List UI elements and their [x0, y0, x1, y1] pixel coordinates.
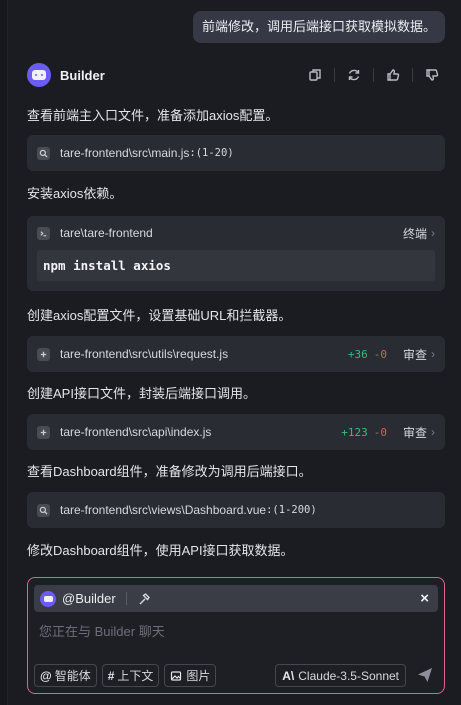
file-path: tare-frontend\src\views\Dashboard.vue: [60, 503, 267, 517]
plus-icon: [37, 347, 50, 361]
chip-label: 上下文: [117, 669, 154, 683]
lines-removed: -0: [373, 425, 387, 439]
step-text: 修改Dashboard组件，使用API接口获取数据。: [27, 543, 294, 558]
step-text: 安装axios依赖。: [27, 186, 123, 201]
file-change-card[interactable]: tare-frontend\src\api\index.js +123 -0 审…: [27, 414, 445, 450]
hash-icon: #: [107, 668, 115, 683]
mention-bar: @Builder ×: [34, 585, 438, 612]
search-icon: [37, 146, 50, 160]
file-view-card[interactable]: tare-frontend\src\views\Dashboard.vue :(…: [27, 492, 445, 528]
bot-name: Builder: [60, 67, 105, 83]
lines-removed: -0: [373, 347, 387, 361]
file-path: tare-frontend\src\utils\request.js: [60, 347, 229, 361]
close-icon[interactable]: ×: [420, 590, 429, 607]
chevron-right-icon[interactable]: ›: [431, 425, 435, 439]
send-icon[interactable]: [416, 666, 434, 684]
review-button[interactable]: 审查: [403, 346, 427, 363]
chat-composer[interactable]: @Builder × 您正在与 Builder 聊天 @ 智能体 # 上下文 图…: [27, 577, 445, 694]
search-icon: [37, 503, 50, 517]
step-text: 查看前端主入口文件，准备添加axios配置。: [27, 108, 279, 123]
review-button[interactable]: 审查: [403, 424, 427, 441]
model-name: Claude-3.5-Sonnet: [298, 668, 399, 683]
builder-avatar-icon: [40, 590, 56, 607]
file-view-card[interactable]: tare-frontend\src\main.js :(1-20): [27, 135, 445, 171]
at-icon: @: [40, 668, 52, 683]
lines-added: +123: [341, 425, 368, 439]
hammer-icon[interactable]: [137, 592, 151, 606]
anthropic-icon: A\: [282, 668, 295, 683]
file-change-card[interactable]: tare-frontend\src\utils\request.js +36 -…: [27, 336, 445, 372]
model-selector[interactable]: A\ Claude-3.5-Sonnet: [275, 664, 406, 687]
agent-chip-button[interactable]: @ 智能体: [34, 664, 97, 687]
chip-label: 智能体: [54, 669, 91, 683]
plus-icon: [37, 425, 50, 439]
message-input[interactable]: 您正在与 Builder 聊天: [39, 621, 165, 640]
left-rail: [0, 0, 8, 705]
file-path: tare-frontend\src\api\index.js: [60, 425, 212, 439]
step-text: 创建API接口文件，封装后端接口调用。: [27, 386, 256, 401]
line-range: :(1-20): [189, 147, 234, 159]
thumbs-up-icon[interactable]: [384, 66, 402, 84]
terminal-label[interactable]: 终端: [403, 225, 427, 242]
chip-label: 图片: [186, 669, 211, 683]
user-message-bubble: 前端修改，调用后端接口获取模拟数据。: [192, 11, 445, 43]
line-range: :(1-200): [266, 504, 317, 516]
builder-avatar-icon: [27, 63, 51, 87]
chevron-right-icon[interactable]: ›: [431, 226, 435, 240]
lines-added: +36: [347, 347, 368, 361]
thumbs-down-icon[interactable]: [423, 66, 441, 84]
terminal-path: tare\tare-frontend: [60, 226, 153, 240]
file-path: tare-frontend\src\main.js: [60, 146, 190, 160]
step-text: 创建axios配置文件，设置基础URL和拦截器。: [27, 308, 292, 323]
image-chip-button[interactable]: 图片: [164, 664, 217, 687]
step-text: 查看Dashboard组件，准备修改为调用后端接口。: [27, 464, 312, 479]
chevron-right-icon[interactable]: ›: [431, 347, 435, 361]
regenerate-icon[interactable]: [345, 66, 363, 84]
copy-icon[interactable]: [306, 66, 324, 84]
terminal-card[interactable]: tare\tare-frontend 终端 › npm install axio…: [27, 216, 445, 291]
bot-header: Builder: [27, 62, 441, 88]
terminal-command: npm install axios: [37, 250, 435, 281]
mention-label: @Builder: [62, 591, 116, 606]
terminal-icon: [37, 226, 50, 240]
image-icon: [171, 670, 182, 681]
context-chip-button[interactable]: # 上下文: [101, 664, 160, 687]
